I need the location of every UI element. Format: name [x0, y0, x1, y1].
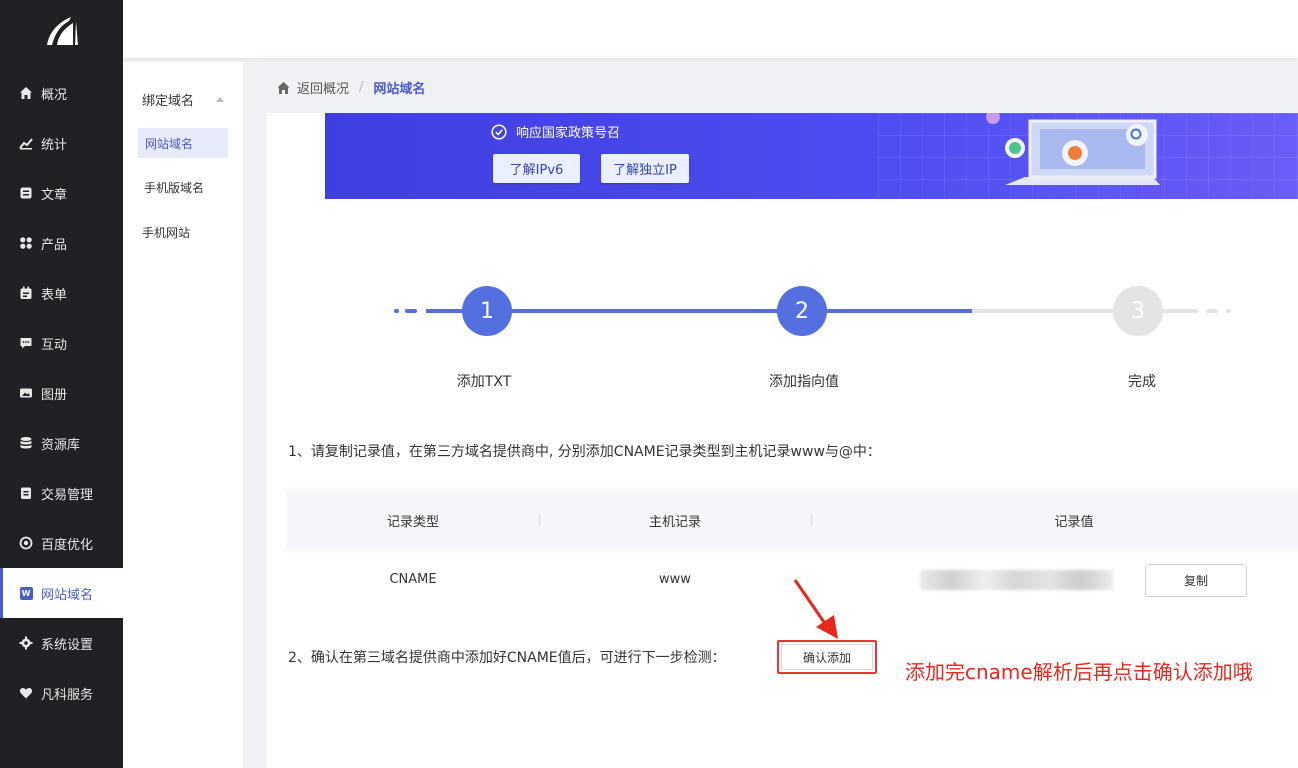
sidebar-item-label: 资源库 [41, 437, 81, 453]
gear-icon [18, 635, 34, 651]
database-icon [18, 435, 34, 451]
instruction-copy-record: 1、请复制记录值，在第三方域名提供商中, 分别添加CNAME记录类型到主机记录w… [288, 444, 881, 460]
progress-dash [405, 309, 417, 313]
subnav-item-label: 网站域名 [145, 136, 194, 151]
article-icon [18, 185, 34, 201]
sub-nav: 绑定域名 网站域名 手机版域名 手机网站 [123, 62, 243, 768]
sidebar-item-label: 文章 [41, 187, 68, 203]
subnav-item-mobile-domain[interactable]: 手机版域名 [138, 172, 228, 202]
promo-banner: 响应国家政策号召 了解IPv6 了解独立IP [325, 113, 1298, 199]
trade-icon [18, 485, 34, 501]
confirm-add-button[interactable]: 确认添加 [781, 644, 873, 670]
instruction-confirm: 2、确认在第三域名提供商中添加好CNAME值后，可进行下一步检测： [288, 650, 726, 666]
seo-icon [18, 535, 34, 551]
sidebar-item-interaction[interactable]: 互动 [0, 318, 123, 368]
breadcrumb-separator: / [359, 80, 364, 95]
subnav-item-site-domain[interactable]: 网站域名 [138, 128, 228, 158]
sidebar-item-label: 交易管理 [41, 487, 94, 503]
step-1-label: 添加TXT [456, 374, 512, 390]
column-header-record-type: 记录类型 [386, 515, 439, 530]
breadcrumb: 返回概况 / 网站域名 [276, 78, 425, 97]
brand-logo-icon [46, 17, 78, 45]
subnav-item-mobile-site[interactable]: 手机网站 [135, 217, 225, 247]
annotation-arrow-icon [793, 579, 838, 639]
check-circle-icon [491, 123, 507, 140]
sidebar-item-label: 统计 [41, 137, 68, 153]
sidebar-item-label: 百度优化 [41, 537, 94, 553]
step-3-circle: 3 [1113, 286, 1163, 336]
form-icon [18, 285, 34, 301]
learn-ipv6-button[interactable]: 了解IPv6 [493, 154, 580, 183]
breadcrumb-current: 网站域名 [373, 82, 426, 97]
sidebar-item-label: 凡科服务 [41, 687, 94, 703]
table-header: 记录类型 主机记录 记录值 [287, 490, 1298, 550]
sidebar-item-label: 产品 [41, 237, 68, 253]
progress-line-inactive [972, 309, 1198, 313]
step-2-circle: 2 [777, 286, 827, 336]
gallery-icon [18, 385, 34, 401]
cell-record-value-redacted [920, 570, 1113, 590]
banner-notice: 响应国家政策号召 [491, 122, 620, 141]
progress-dot [1226, 309, 1231, 313]
sidebar-item-services[interactable]: 凡科服务 [0, 668, 123, 718]
subnav-item-label: 手机网站 [142, 225, 191, 240]
step-2-label: 添加指向值 [769, 374, 839, 390]
sidebar: 概况 统计 文章 产品 表单 互动 图册 资源库 交易管理 百度优化 W 网站域… [0, 0, 123, 768]
domain-icon: W [18, 585, 34, 601]
sidebar-item-resources[interactable]: 资源库 [0, 418, 123, 468]
top-bar [123, 0, 1298, 58]
cell-record-type: CNAME [389, 572, 437, 587]
breadcrumb-back-link[interactable]: 返回概况 [297, 78, 349, 97]
sidebar-item-settings[interactable]: 系统设置 [0, 618, 123, 668]
home-icon [18, 85, 34, 101]
heart-icon [18, 685, 34, 701]
column-divider [539, 513, 540, 527]
confirm-highlight-box: 确认添加 [777, 640, 877, 674]
sidebar-item-domain[interactable]: W 网站域名 [0, 568, 123, 618]
chat-icon [18, 335, 34, 351]
sidebar-item-gallery[interactable]: 图册 [0, 368, 123, 418]
sidebar-item-label: 表单 [41, 287, 68, 303]
step-1-circle: 1 [462, 286, 512, 336]
banner-notice-text: 响应国家政策号召 [516, 126, 621, 141]
sidebar-item-label: 概况 [41, 87, 68, 103]
progress-dash [1206, 309, 1218, 313]
column-divider [811, 513, 812, 527]
progress-dot [394, 309, 399, 313]
sidebar-item-seo[interactable]: 百度优化 [0, 518, 123, 568]
grid-icon [18, 235, 34, 251]
cell-host: www [659, 572, 691, 587]
sidebar-item-label: 图册 [41, 387, 68, 403]
sidebar-item-forms[interactable]: 表单 [0, 268, 123, 318]
sidebar-item-stats[interactable]: 统计 [0, 118, 123, 168]
learn-dedicated-ip-button[interactable]: 了解独立IP [601, 154, 689, 183]
subnav-item-label: 手机版域名 [144, 180, 205, 195]
sidebar-item-label: 系统设置 [41, 637, 94, 653]
subnav-group-label: 绑定域名 [142, 94, 195, 109]
sidebar-item-products[interactable]: 产品 [0, 218, 123, 268]
copy-button[interactable]: 复制 [1145, 564, 1247, 597]
chart-icon [18, 135, 34, 151]
step-3-label: 完成 [1128, 374, 1156, 390]
annotation-text: 添加完cname解析后再点击确认添加哦 [905, 660, 1253, 684]
laptop-illustration-icon [986, 113, 1160, 185]
column-header-record-value: 记录值 [1054, 515, 1094, 530]
caret-up-icon [216, 97, 224, 102]
sidebar-item-overview[interactable]: 概况 [0, 68, 123, 118]
sidebar-item-trade[interactable]: 交易管理 [0, 468, 123, 518]
sidebar-item-articles[interactable]: 文章 [0, 168, 123, 218]
logo[interactable] [0, 0, 123, 62]
subnav-group-bind-domain[interactable]: 绑定域名 [142, 90, 224, 109]
home-icon [277, 81, 290, 94]
sidebar-item-label: 网站域名 [41, 587, 94, 603]
sidebar-item-label: 互动 [41, 337, 68, 353]
column-header-host: 主机记录 [648, 515, 701, 530]
